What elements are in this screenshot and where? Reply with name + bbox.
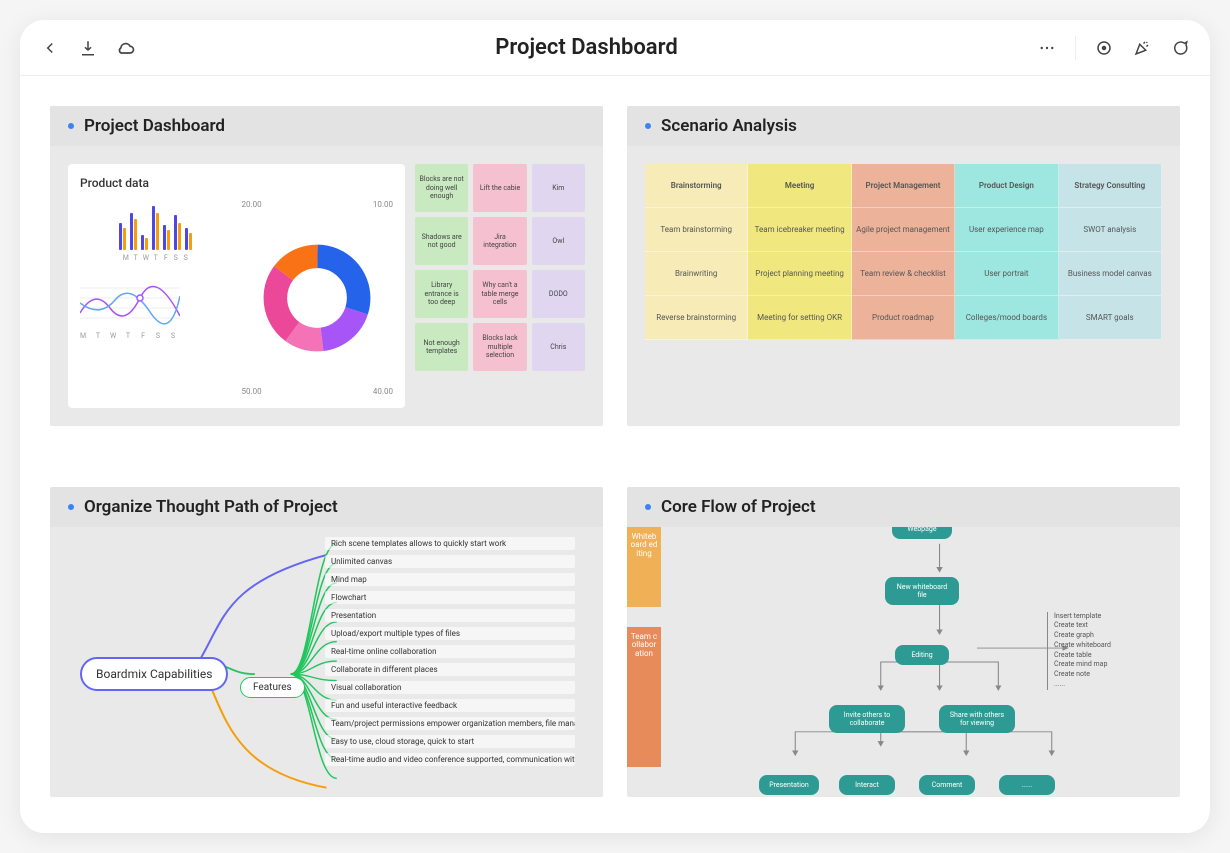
scenario-header[interactable]: Product Design (955, 164, 1058, 208)
sticky-note[interactable]: DODO (532, 270, 585, 318)
mindmap-leaf[interactable]: Visual collaboration (325, 681, 575, 694)
more-icon[interactable] (1037, 38, 1057, 58)
mindmap-leaves: Rich scene templates allows to quickly s… (325, 537, 575, 766)
donut-label: 40.00 (373, 387, 393, 396)
mindmap-leaf[interactable]: Unlimited canvas (325, 555, 575, 568)
scenario-cell[interactable]: Team review & checklist (852, 252, 955, 296)
sticky-grid: Blocks are not doing well enoughLift the… (415, 164, 585, 408)
sticky-note[interactable]: Kim (532, 164, 585, 212)
sticky-note[interactable]: Blocks are not doing well enough (415, 164, 468, 212)
flow-node[interactable]: Webpage (892, 527, 952, 539)
sticky-note[interactable]: Not enough templates (415, 323, 468, 371)
sticky-note[interactable]: Shadows are not good (415, 217, 468, 265)
mindmap-leaf[interactable]: Team/project permissions empower organiz… (325, 717, 575, 730)
flow-node[interactable]: Invite others to collaborate (829, 705, 905, 733)
bullet-icon (68, 504, 74, 510)
mindmap-leaf[interactable]: Mind map (325, 573, 575, 586)
donut-label: 50.00 (242, 387, 262, 396)
sticky-note[interactable]: Jira integration (473, 217, 526, 265)
panel-title: Organize Thought Path of Project (84, 497, 338, 517)
flow-node[interactable]: Share with others for viewing (939, 705, 1015, 733)
flow-annotation: Insert templateCreate textCreate graphCr… (1047, 612, 1111, 690)
mindmap-leaf[interactable]: Upload/export multiple types of files (325, 627, 575, 640)
bullet-icon (645, 504, 651, 510)
panel-scenario[interactable]: Scenario Analysis BrainstormingMeetingPr… (627, 106, 1180, 426)
bullet-icon (68, 123, 74, 129)
app-window: Project Dashboard Project Dashboard Prod… (20, 20, 1210, 833)
bar-chart: MTWTFSS (80, 200, 232, 262)
page-title: Project Dashboard (136, 35, 1037, 60)
flow-node[interactable]: New whiteboard file (885, 577, 959, 605)
scenario-cell[interactable]: Project planning meeting (748, 252, 851, 296)
mindmap-leaf[interactable]: Flowchart (325, 591, 575, 604)
flow-node[interactable]: Presentation (759, 775, 819, 795)
sticky-note[interactable]: Lift the cabie (473, 164, 526, 212)
download-icon[interactable] (78, 38, 98, 58)
scenario-cell[interactable]: Product roadmap (852, 296, 955, 340)
product-data-card: Product data MTWTFSS (68, 164, 405, 408)
mindmap-sub[interactable]: Features (240, 677, 305, 698)
donut-label: 20.00 (242, 200, 262, 209)
mindmap-leaf[interactable]: Presentation (325, 609, 575, 622)
party-icon[interactable] (1132, 38, 1152, 58)
content-grid: Project Dashboard Product data MTWTFSS (20, 76, 1210, 833)
divider (1075, 36, 1076, 60)
mindmap-leaf[interactable]: Fun and useful interactive feedback (325, 699, 575, 712)
scenario-cell[interactable]: Team icebreaker meeting (748, 208, 851, 252)
bullet-icon (645, 123, 651, 129)
flow-lane-label: Whiteboard editing (627, 527, 661, 607)
mindmap-leaf[interactable]: Real-time online collaboration (325, 645, 575, 658)
sticky-note[interactable]: Library entrance is too deep (415, 270, 468, 318)
flow-lane-label: Team collaboration (627, 627, 661, 767)
scenario-table: BrainstormingMeetingProject ManagementPr… (645, 164, 1162, 340)
mindmap-leaf[interactable]: Real-time audio and video conference sup… (325, 753, 575, 766)
sticky-note[interactable]: Blocks lack multiple selection (473, 323, 526, 371)
scenario-header[interactable]: Brainstorming (645, 164, 748, 208)
scenario-header[interactable]: Meeting (748, 164, 851, 208)
cloud-icon[interactable] (116, 38, 136, 58)
mindmap-leaf[interactable]: Rich scene templates allows to quickly s… (325, 537, 575, 550)
sticky-note[interactable]: Chris (532, 323, 585, 371)
scenario-cell[interactable]: Business model canvas (1059, 252, 1162, 296)
record-icon[interactable] (1094, 38, 1114, 58)
flow-node[interactable]: ...... (999, 775, 1055, 795)
scenario-header[interactable]: Project Management (852, 164, 955, 208)
donut-label: 10.00 (373, 200, 393, 209)
panel-title: Project Dashboard (84, 116, 225, 136)
scenario-cell[interactable]: User experience map (955, 208, 1058, 252)
scenario-cell[interactable]: SMART goals (1059, 296, 1162, 340)
panel-title: Scenario Analysis (661, 116, 797, 136)
scenario-cell[interactable]: Agile project management (852, 208, 955, 252)
line-chart: MTWTFSS (80, 278, 232, 340)
mindmap-leaf[interactable]: Collaborate in different places (325, 663, 575, 676)
topbar: Project Dashboard (20, 20, 1210, 76)
panel-organize[interactable]: Organize Thought Path of Project Boardmi… (50, 487, 603, 797)
scenario-cell[interactable]: Meeting for setting OKR (748, 296, 851, 340)
sticky-note[interactable]: Why can't a table merge cells (473, 270, 526, 318)
scenario-cell[interactable]: Brainwriting (645, 252, 748, 296)
panel-coreflow[interactable]: Core Flow of Project Whiteboard editing … (627, 487, 1180, 797)
sticky-note[interactable]: Owl (532, 217, 585, 265)
scenario-cell[interactable]: Reverse brainstorming (645, 296, 748, 340)
scenario-cell[interactable]: Colleges/mood boards (955, 296, 1058, 340)
panel-title: Core Flow of Project (661, 497, 816, 517)
panel-dashboard[interactable]: Project Dashboard Product data MTWTFSS (50, 106, 603, 426)
scenario-cell[interactable]: User portrait (955, 252, 1058, 296)
mindmap-leaf[interactable]: Easy to use, cloud storage, quick to sta… (325, 735, 575, 748)
product-data-label: Product data (80, 176, 393, 190)
donut-chart: 20.00 10.00 50.00 40.00 (242, 200, 394, 396)
flow-node[interactable]: Editing (895, 645, 949, 665)
chat-icon[interactable] (1170, 38, 1190, 58)
scenario-cell[interactable]: Team brainstorming (645, 208, 748, 252)
flow-node[interactable]: Interact (839, 775, 895, 795)
back-icon[interactable] (40, 38, 60, 58)
flow-node[interactable]: Comment (919, 775, 975, 795)
scenario-cell[interactable]: SWOT analysis (1059, 208, 1162, 252)
scenario-header[interactable]: Strategy Consulting (1059, 164, 1162, 208)
mindmap-root[interactable]: Boardmix Capabilities (80, 657, 228, 691)
